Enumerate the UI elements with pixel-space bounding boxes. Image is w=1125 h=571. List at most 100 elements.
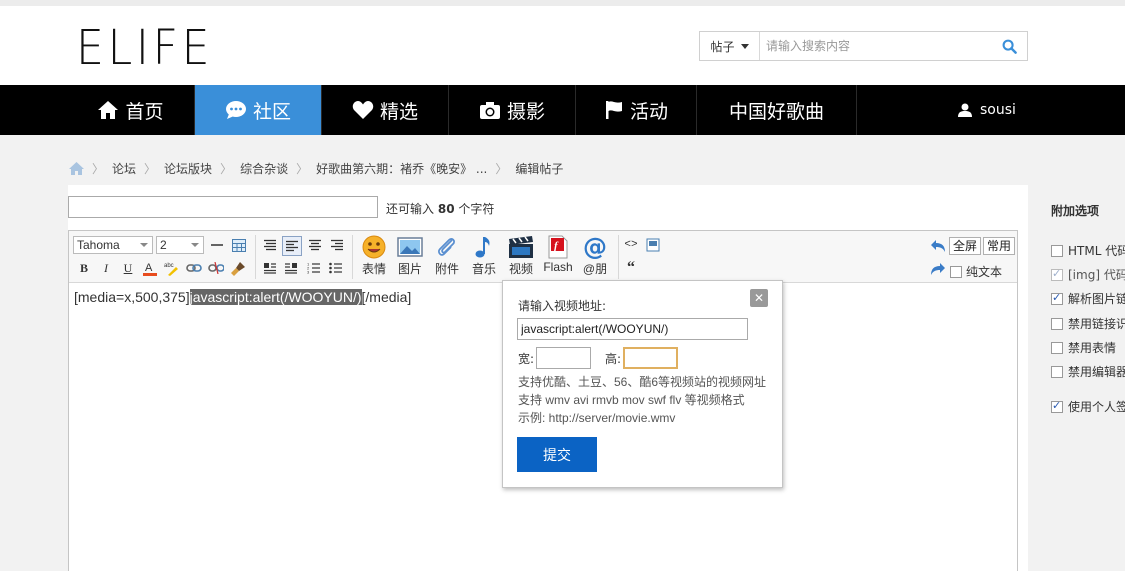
underline-button[interactable]: U [119, 259, 137, 277]
home-icon[interactable] [69, 162, 84, 175]
option-html-code[interactable]: HTML 代码 [1051, 242, 1125, 259]
width-input[interactable] [536, 347, 592, 369]
unlink-button[interactable] [207, 259, 225, 277]
font-color-button[interactable]: A [141, 259, 159, 277]
align-left-button[interactable] [282, 236, 302, 256]
home-icon [98, 101, 119, 119]
option-checkbox[interactable] [1051, 267, 1063, 281]
mention-friend-button[interactable]: @ @朋 [576, 235, 614, 277]
chevron-down-icon [740, 43, 749, 49]
nav-item-good-songs[interactable]: 中国好歌曲 [697, 85, 857, 135]
chevron-down-icon [140, 243, 148, 247]
nav-item-events[interactable]: 活动 [576, 85, 697, 135]
video-button[interactable]: 视频 [502, 235, 540, 277]
highlight-pen-icon: abc [164, 263, 178, 276]
nav-item-featured[interactable]: 精选 [322, 85, 449, 135]
font-size-select[interactable]: 2 [156, 236, 204, 254]
justify-button[interactable] [261, 236, 279, 254]
plain-text-toggle[interactable]: 纯文本 [950, 263, 1002, 280]
search-type-dropdown[interactable]: 帖子 [700, 32, 760, 60]
search-input[interactable] [760, 32, 991, 60]
breadcrumb-item[interactable]: 论坛 [112, 160, 136, 177]
nav-item-community[interactable]: 社区 [195, 85, 322, 135]
post-title-input[interactable] [68, 196, 378, 218]
option-checkbox[interactable] [1051, 291, 1063, 305]
remove-format-button[interactable] [229, 259, 247, 277]
svg-text:3: 3 [307, 270, 310, 275]
align-center-button[interactable] [306, 236, 324, 254]
option-disable-link-detect[interactable]: 禁用链接识 [1051, 315, 1125, 332]
plain-text-checkbox[interactable] [950, 265, 962, 278]
option-parse-image-links[interactable]: 解析图片链 [1051, 290, 1125, 307]
table-button[interactable] [230, 236, 248, 254]
nav-item-photography[interactable]: 摄影 [449, 85, 576, 135]
svg-text:abc: abc [164, 263, 174, 269]
float-left-button[interactable] [261, 259, 279, 277]
redo-button[interactable] [929, 260, 947, 278]
emoji-button[interactable]: 表情 [355, 235, 393, 277]
fullscreen-button[interactable]: 全屏 [949, 237, 982, 255]
window-icon [646, 238, 660, 252]
option-checkbox[interactable] [1051, 365, 1063, 378]
search-button[interactable] [991, 32, 1027, 60]
undo-button[interactable] [929, 237, 947, 255]
user-menu[interactable]: sousi [958, 85, 1016, 135]
nav-item-home[interactable]: 首页 [67, 85, 195, 135]
video-url-input[interactable] [517, 318, 748, 340]
option-disable-emoji[interactable]: 禁用表情 [1051, 339, 1116, 356]
float-right-button[interactable] [282, 259, 300, 277]
breadcrumb: 〉 论坛 〉 论坛版块 〉 综合杂谈 〉 好歌曲第六期：褚乔《晚安》 ... 〉… [69, 160, 563, 177]
chevron-right-icon: 〉 [92, 162, 105, 176]
quote-button[interactable]: “ [622, 259, 640, 277]
chat-icon [225, 101, 246, 119]
breadcrumb-item[interactable]: 好歌曲第六期：褚乔《晚安》 ... [316, 160, 487, 177]
flash-icon: f [548, 235, 568, 259]
option-checkbox[interactable] [1051, 317, 1063, 330]
height-input[interactable] [623, 347, 679, 369]
link-icon [186, 264, 202, 272]
close-icon[interactable]: ✕ [750, 289, 768, 307]
italic-button[interactable]: I [97, 259, 115, 277]
redo-arrow-icon [931, 263, 945, 275]
option-disable-editor[interactable]: 禁用编辑器 [1051, 363, 1125, 380]
bold-button[interactable]: B [75, 259, 93, 277]
option-img-code[interactable]: [img] 代码 [1051, 266, 1125, 283]
editor-content[interactable]: [media=x,500,375]javascript:alert(/WOOYU… [74, 289, 411, 305]
nav-label: 活动 [629, 100, 668, 123]
toolbar-divider [352, 235, 353, 279]
toolbar-divider [618, 235, 619, 279]
camera-icon [479, 101, 500, 119]
font-family-select[interactable]: Tahoma [73, 236, 153, 254]
site-logo[interactable]: ELIFE [76, 20, 213, 76]
height-field: 高: [605, 347, 679, 369]
common-button[interactable]: 常用 [983, 237, 1016, 255]
dialog-notes: 支持优酷、土豆、56、酷6等视频站的视频网址 支持 wmv avi rmvb m… [518, 375, 767, 425]
submit-button[interactable]: 提交 [517, 437, 597, 472]
align-right-button[interactable] [328, 236, 346, 254]
horizontal-rule-icon [211, 244, 223, 246]
option-checkbox[interactable] [1051, 341, 1063, 354]
option-checkbox[interactable] [1051, 244, 1063, 257]
breadcrumb-item[interactable]: 论坛版块 [164, 160, 212, 177]
ordered-list-button[interactable]: 123 [305, 259, 323, 277]
nav-label: 摄影 [506, 100, 545, 123]
unlink-icon [208, 262, 224, 274]
table-icon [232, 238, 246, 252]
svg-text:@: @ [583, 235, 607, 259]
html-source-button[interactable] [644, 236, 662, 254]
attachment-button[interactable]: 附件 [428, 235, 466, 277]
flash-button[interactable]: f Flash [539, 235, 577, 274]
extra-options-title: 附加选项 [1051, 204, 1100, 218]
editor-toolbar: Tahoma 2 B I U A abc 1 2 3 表情 图片 附件 音乐 视… [69, 231, 1017, 283]
image-button[interactable]: 图片 [391, 235, 429, 277]
option-checkbox[interactable] [1051, 399, 1063, 413]
option-use-signature[interactable]: 使用个人签 [1051, 398, 1125, 415]
music-button[interactable]: 音乐 [465, 235, 503, 277]
horizontal-rule-button[interactable] [208, 236, 226, 254]
link-button[interactable] [185, 259, 203, 277]
highlight-button[interactable]: abc [163, 259, 181, 277]
unordered-list-button[interactable] [327, 259, 345, 277]
code-button[interactable]: <> [622, 236, 640, 254]
breadcrumb-item[interactable]: 综合杂谈 [240, 160, 288, 177]
align-left-icon [286, 240, 298, 252]
